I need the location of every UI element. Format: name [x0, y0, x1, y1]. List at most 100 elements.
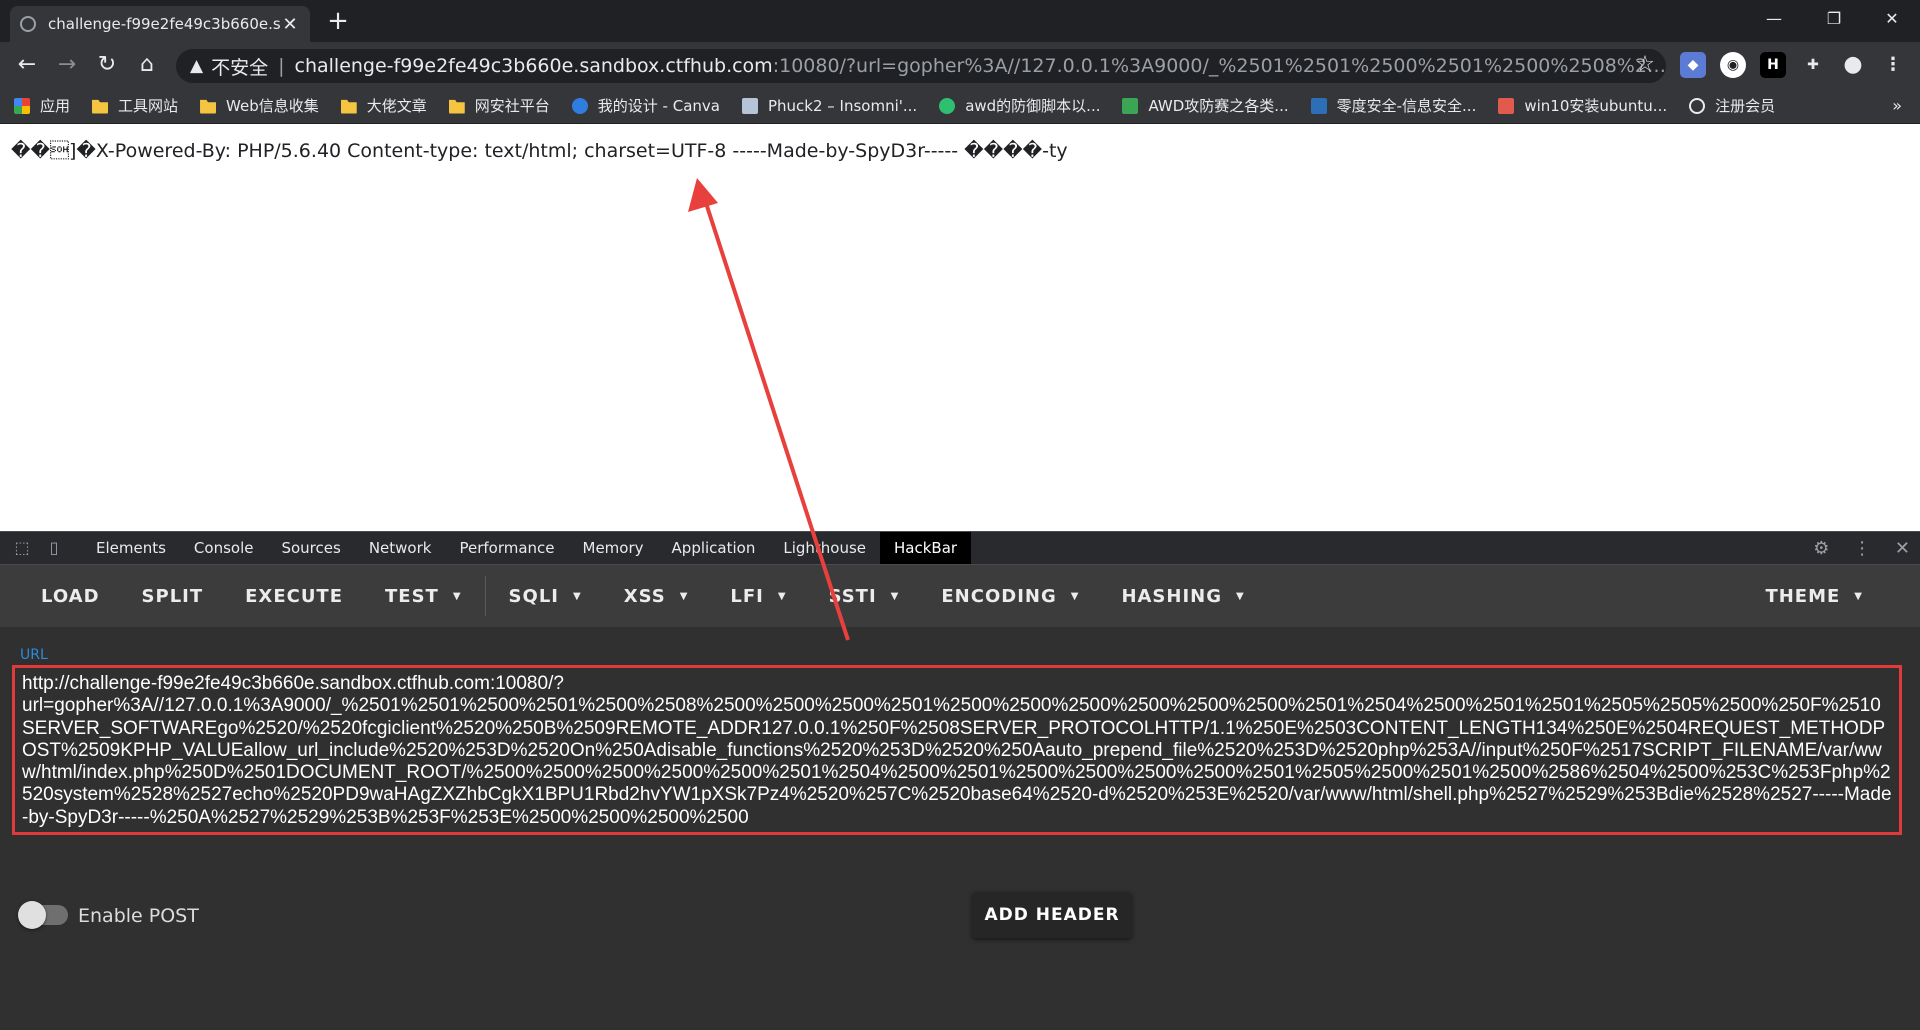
- warning-icon: ▲: [190, 56, 204, 76]
- bookmark-label: 大佬文章: [366, 97, 427, 115]
- minimize-button[interactable]: —: [1746, 0, 1802, 40]
- back-button[interactable]: ←: [12, 50, 42, 80]
- globe-icon: [1689, 97, 1706, 114]
- bookmark-awd-defense[interactable]: awd的防御脚本以...: [939, 95, 1100, 116]
- tab-elements[interactable]: Elements: [82, 532, 180, 564]
- green-bar-icon: [1122, 97, 1139, 114]
- test-dropdown[interactable]: TEST ▼: [364, 586, 483, 607]
- toolbar-divider: [484, 576, 486, 616]
- caret-down-icon: ▼: [452, 590, 462, 602]
- close-window-button[interactable]: ✕: [1864, 0, 1920, 40]
- tab-application[interactable]: Application: [658, 532, 770, 564]
- lfi-dropdown[interactable]: LFI ▼: [709, 586, 807, 607]
- green-circle-icon: [939, 97, 956, 114]
- bookmark-apps[interactable]: 应用: [14, 95, 70, 116]
- add-header-button[interactable]: ADD HEADER: [972, 892, 1132, 938]
- jian-icon: [1498, 97, 1515, 114]
- tab-hackbar[interactable]: HackBar: [880, 532, 972, 564]
- bookmark-awd-attack[interactable]: AWD攻防赛之各类...: [1122, 95, 1289, 116]
- button-label: SSTI: [828, 585, 877, 607]
- bookmark-zero-security[interactable]: 零度安全-信息安全...: [1310, 95, 1476, 116]
- devtools-tab-bar: ⬚ ▯ Elements Console Sources Network Per…: [0, 531, 1920, 565]
- bookmark-canva[interactable]: 我的设计 - Canva: [571, 95, 720, 116]
- response-text: ��]�X-Powered-By: PHP/5.6.40 Content-ty…: [11, 140, 1068, 162]
- bookmark-label: 工具网站: [118, 97, 179, 115]
- bookmark-star-icon[interactable]: ☆: [1630, 50, 1660, 80]
- bookmark-register[interactable]: 注册会员: [1689, 95, 1775, 116]
- extension-1-icon[interactable]: ◆: [1680, 52, 1706, 78]
- split-button[interactable]: SPLIT: [121, 586, 225, 607]
- device-toggle-icon[interactable]: ▯: [44, 538, 64, 558]
- devtools-menu-icon[interactable]: ⋮: [1853, 538, 1871, 559]
- bookmark-folder-tools[interactable]: 工具网站: [92, 95, 178, 116]
- menu-kebab-icon[interactable]: ⋮: [1880, 52, 1906, 78]
- folder-icon: [200, 99, 217, 114]
- tab-memory[interactable]: Memory: [569, 532, 658, 564]
- hashing-dropdown[interactable]: HASHING ▼: [1100, 586, 1265, 607]
- new-tab-button[interactable]: +: [324, 6, 352, 36]
- forward-button[interactable]: →: [52, 50, 82, 80]
- hackbar-body: URL http://challenge-f99e2fe49c3b660e.sa…: [0, 627, 1920, 1030]
- restore-button[interactable]: ❐: [1806, 0, 1862, 40]
- extension-hackbar-icon[interactable]: H: [1760, 52, 1786, 78]
- button-label: SQLI: [508, 585, 559, 607]
- extensions-puzzle-icon[interactable]: ✚: [1800, 52, 1826, 78]
- enable-post-label: Enable POST: [78, 905, 199, 927]
- bookmark-label: 网安社平台: [474, 97, 550, 115]
- bookmark-win10-ubuntu[interactable]: win10安装ubuntu...: [1498, 95, 1667, 116]
- button-label: XSS: [623, 585, 666, 607]
- profile-avatar-icon[interactable]: ●: [1840, 52, 1866, 78]
- tab-sources[interactable]: Sources: [267, 532, 354, 564]
- button-label: HASHING: [1121, 585, 1222, 607]
- apps-grid-icon: [14, 97, 30, 114]
- caret-down-icon: ▼: [1236, 590, 1245, 602]
- devtools-close-icon[interactable]: ✕: [1895, 538, 1910, 559]
- tab-console[interactable]: Console: [180, 532, 268, 564]
- bookmark-label: 应用: [40, 97, 71, 115]
- settings-gear-icon[interactable]: ⚙: [1813, 538, 1829, 559]
- folder-icon: [340, 99, 357, 114]
- tab-lighthouse[interactable]: Lighthouse: [769, 532, 880, 564]
- address-path: :10080/?url=gopher%3A//127.0.0.1%3A9000/…: [772, 55, 1666, 77]
- extension-2-icon[interactable]: ◉: [1720, 52, 1746, 78]
- encoding-dropdown[interactable]: ENCODING ▼: [920, 586, 1100, 607]
- tab-network[interactable]: Network: [355, 532, 446, 564]
- folder-icon: [448, 99, 465, 114]
- bookmark-folder-platforms[interactable]: 网安社平台: [448, 95, 550, 116]
- bookmark-label: win10安装ubuntu...: [1524, 97, 1668, 115]
- url-label: URL: [20, 647, 48, 663]
- tab-close-icon[interactable]: ✕: [280, 14, 300, 35]
- toggle-knob: [18, 901, 46, 929]
- caret-down-icon: ▼: [572, 590, 582, 602]
- bookmark-folder-articles[interactable]: 大佬文章: [340, 95, 427, 116]
- hackbar-toolbar: LOAD SPLIT EXECUTE TEST ▼ SQLI ▼ XSS ▼ LFI ▼…: [0, 565, 1920, 627]
- home-button[interactable]: ⌂: [132, 50, 162, 80]
- tab-performance[interactable]: Performance: [445, 532, 568, 564]
- inspect-element-icon[interactable]: ⬚: [12, 538, 32, 558]
- bookmark-label: Web信息收集: [226, 97, 319, 115]
- bookmarks-more-icon[interactable]: »: [1892, 96, 1902, 115]
- reload-button[interactable]: ↻: [92, 50, 122, 80]
- ssti-dropdown[interactable]: SSTI ▼: [808, 586, 921, 607]
- theme-dropdown[interactable]: THEME ▼: [1744, 565, 1884, 627]
- tab-title: challenge-f99e2fe49c3b660e.s: [48, 15, 280, 33]
- browser-tab[interactable]: challenge-f99e2fe49c3b660e.s ✕: [10, 6, 310, 42]
- browser-toolbar: ← → ↻ ⌂ ▲ 不安全 | challenge-f99e2fe49c3b66…: [0, 42, 1920, 88]
- caret-down-icon: ▼: [777, 590, 787, 602]
- enable-post-toggle[interactable]: [18, 901, 68, 929]
- button-label: THEME: [1765, 585, 1841, 607]
- bookmark-phuck2[interactable]: Phuck2 – Insomni'...: [741, 97, 917, 115]
- button-label: LOAD: [41, 585, 100, 607]
- address-bar[interactable]: ▲ 不安全 | challenge-f99e2fe49c3b660e.sandb…: [176, 49, 1666, 83]
- sqli-dropdown[interactable]: SQLI ▼: [488, 586, 603, 607]
- bookmark-folder-web-info[interactable]: Web信息收集: [200, 95, 319, 116]
- tab-strip: challenge-f99e2fe49c3b660e.s ✕ + — ❐ ✕: [0, 0, 1920, 42]
- execute-button[interactable]: EXECUTE: [224, 586, 364, 607]
- zero-icon: [1310, 97, 1327, 114]
- tab-favicon-icon: [20, 16, 36, 32]
- xss-dropdown[interactable]: XSS ▼: [603, 586, 710, 607]
- insecure-label[interactable]: 不安全: [211, 53, 268, 80]
- bookmark-label: AWD攻防赛之各类...: [1148, 97, 1289, 115]
- load-button[interactable]: LOAD: [0, 586, 121, 607]
- url-textarea[interactable]: http://challenge-f99e2fe49c3b660e.sandbo…: [12, 665, 1902, 835]
